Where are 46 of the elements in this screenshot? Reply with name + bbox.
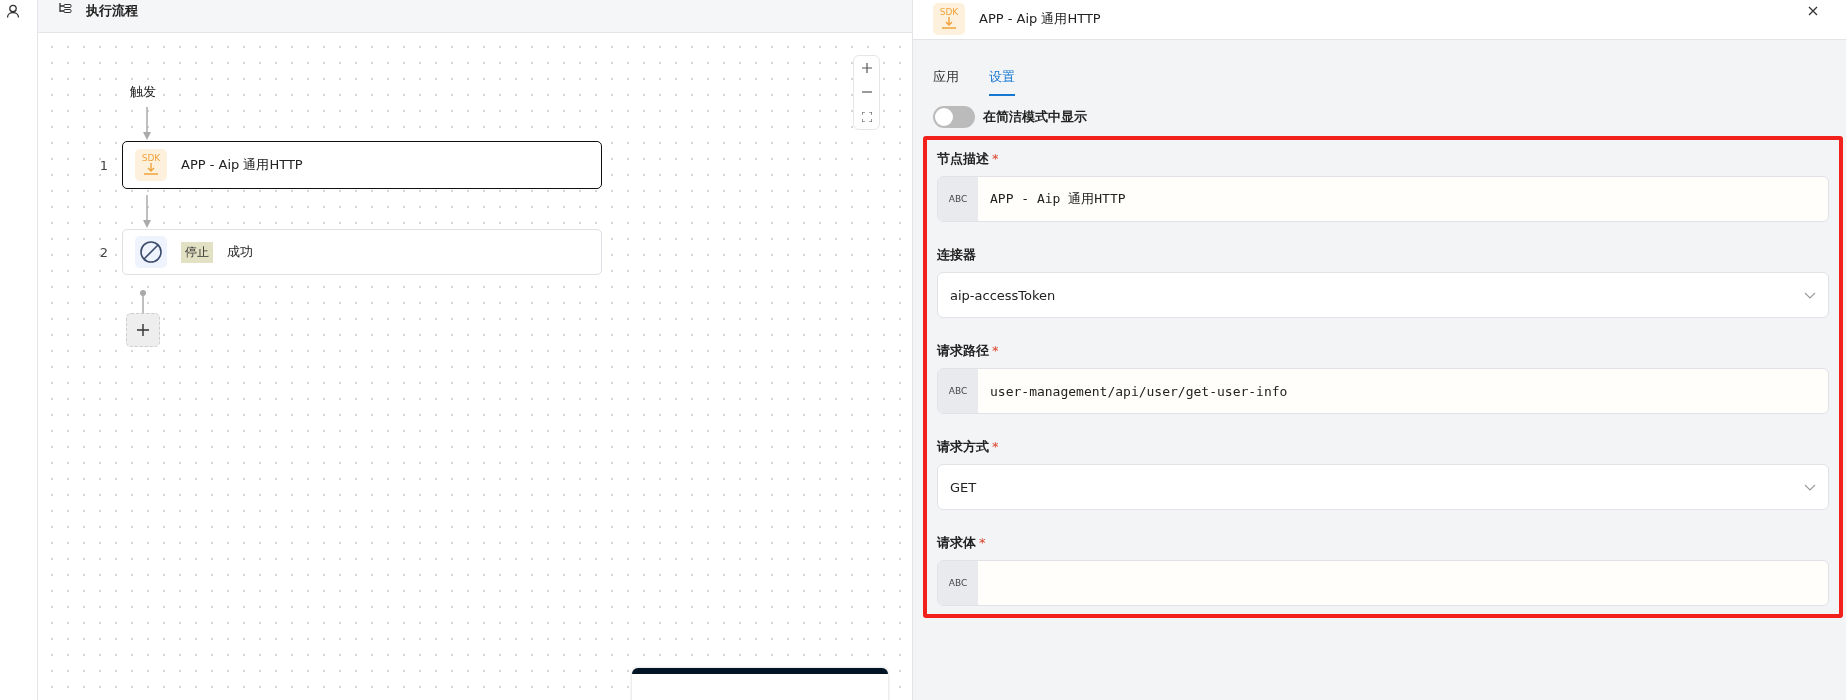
connector-line (139, 289, 147, 313)
step-node[interactable]: 停止 成功 (122, 229, 602, 275)
close-icon[interactable] (1808, 6, 1818, 16)
text-type-label: ABC (938, 369, 978, 413)
input-field[interactable]: ABC APP - Aip 通用HTTP (937, 176, 1829, 222)
tree-icon (58, 2, 72, 16)
add-step-button[interactable] (126, 313, 160, 347)
sdk-download-icon: SDK (135, 149, 167, 181)
text-type-label: ABC (938, 561, 978, 605)
input-value: APP - Aip 通用HTTP (990, 190, 1126, 208)
tab[interactable]: 设置 (989, 64, 1015, 96)
select-value: GET (950, 479, 977, 495)
step-number: 1 (98, 157, 109, 173)
toggle-label: 在简洁模式中显示 (983, 108, 1087, 126)
text-type-label: ABC (938, 177, 978, 221)
chevron-down-icon (1804, 483, 1816, 491)
tab[interactable]: 应用 (933, 64, 959, 96)
field-label: 节点描述 * (937, 150, 1000, 168)
field-label: 请求体 * (937, 534, 987, 552)
step-number: 2 (98, 244, 109, 260)
step-node[interactable]: SDK APP - Aip 通用HTTP (122, 141, 602, 189)
plus-icon (137, 324, 149, 336)
input-value: user-management/api/user/get-user-info (990, 383, 1288, 399)
flow-title: 执行流程 (86, 2, 138, 20)
step-title: 成功 (227, 243, 253, 261)
stop-icon (135, 236, 167, 268)
field-label: 连接器 (937, 246, 977, 264)
input-field[interactable]: ABC user-management/api/user/get-user-info (937, 368, 1829, 414)
connector-arrow (142, 107, 152, 141)
zoom-in-icon[interactable] (861, 63, 872, 74)
select-value: aip-accessToken (950, 287, 1056, 303)
fit-screen-icon[interactable] (861, 111, 872, 122)
select-field[interactable]: GET (937, 464, 1829, 510)
sdk-download-icon: SDK (933, 3, 965, 35)
select-field[interactable]: aip-accessToken (937, 272, 1829, 318)
toggle-switch[interactable] (933, 106, 975, 128)
field-label: 请求路径 * (937, 342, 1000, 360)
trigger-label: 触发 (130, 83, 156, 101)
step-title: APP - Aip 通用HTTP (181, 156, 303, 174)
field-label: 请求方式 * (937, 438, 1000, 456)
chevron-down-icon (1804, 291, 1816, 299)
connector-arrow (142, 195, 152, 229)
stop-tag: 停止 (181, 241, 213, 263)
panel-title: APP - Aip 通用HTTP (979, 10, 1101, 28)
user-icon[interactable] (6, 4, 20, 18)
input-field[interactable]: ABC (937, 560, 1829, 606)
